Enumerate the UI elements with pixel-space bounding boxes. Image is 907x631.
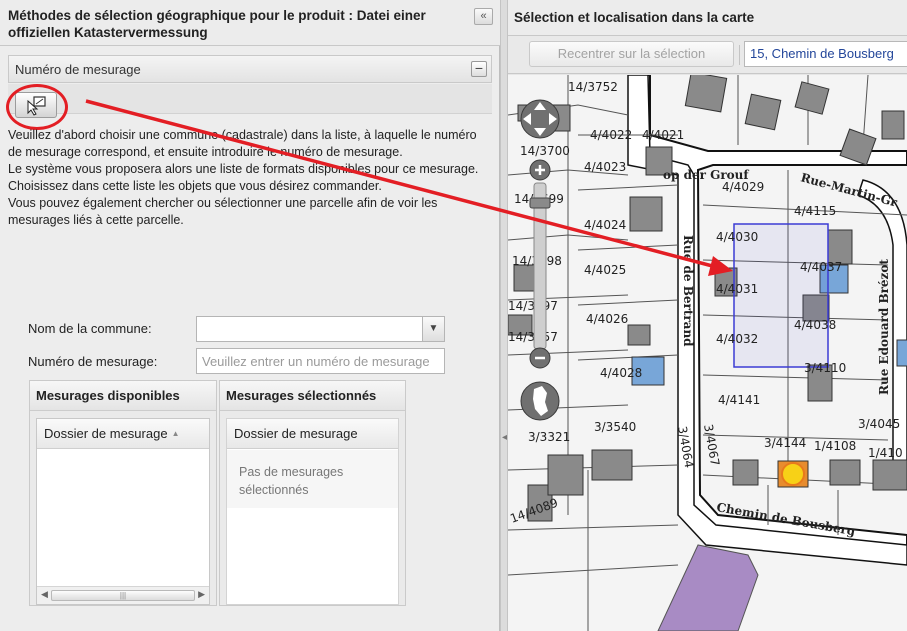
map-canvas[interactable]: op der Grouf Rue-Martin-Gr Rue Edouard B… <box>508 75 907 631</box>
minus-icon[interactable]: − <box>471 61 487 77</box>
parcel-label: 14/3752 <box>568 80 618 94</box>
mesurage-label: Numéro de mesurage: <box>28 354 158 369</box>
parcel-label: 4/4029 <box>722 180 764 194</box>
available-grid: Mesurages disponibles Dossier de mesurag… <box>29 380 217 606</box>
help-paragraph-3: Vous pouvez également chercher ou sélect… <box>8 196 438 227</box>
available-column-label: Dossier de mesurage <box>44 426 168 441</box>
horizontal-scrollbar[interactable]: ◀ ||| ▶ <box>37 586 209 604</box>
parcel-label: 14/3700 <box>520 144 570 158</box>
section-header[interactable]: Numéro de mesurage − <box>8 55 492 83</box>
parcel-label: 4/4030 <box>716 230 758 244</box>
parcel-label: 3/3321 <box>528 430 570 444</box>
parcel-label: 14/3757 <box>508 330 558 344</box>
toolbar-separator <box>739 45 740 65</box>
double-chevron-left-icon[interactable]: « <box>474 8 493 25</box>
parcel-label: 1/410 <box>868 446 903 460</box>
parcel-label: 3/4144 <box>764 436 806 450</box>
parcel-label: 4/4031 <box>716 282 758 296</box>
map-toolbar: Recentrer sur la sélection 15, Chemin de… <box>508 36 907 74</box>
commune-label: Nom de la commune: <box>28 321 152 336</box>
splitter-handle-icon[interactable]: ◂ <box>502 432 507 443</box>
street-label-rue-edouard: Rue Edouard Brézot <box>877 259 891 395</box>
right-panel-header: Sélection et localisation dans la carte <box>508 0 907 36</box>
available-column-header[interactable]: Dossier de mesurage ▲ <box>37 419 209 449</box>
parcel-label: 4/4141 <box>718 393 760 407</box>
help-paragraph-1: Veuillez d'abord choisir une commune (ca… <box>8 128 477 159</box>
section-title: Numéro de mesurage <box>15 62 141 77</box>
selected-grid-title: Mesurages sélectionnés <box>220 381 405 411</box>
scroll-left-icon[interactable]: ◀ <box>41 589 48 600</box>
available-grid-body[interactable]: Dossier de mesurage ▲ ◀ ||| ▶ <box>36 418 210 605</box>
zoom-out-icon[interactable] <box>529 347 551 369</box>
parcel-label: 3/4045 <box>858 417 900 431</box>
recenter-button[interactable]: Recentrer sur la sélection <box>529 41 734 67</box>
left-panel: Méthodes de sélection géographique pour … <box>0 0 500 631</box>
right-panel: Sélection et localisation dans la carte … <box>508 0 907 631</box>
selected-grid: Mesurages sélectionnés Dossier de mesura… <box>219 380 406 606</box>
commune-select[interactable]: ▼ <box>196 316 445 342</box>
cadastral-map[interactable]: op der Grouf Rue-Martin-Gr Rue Edouard B… <box>508 75 907 631</box>
parcel-label: 4/4023 <box>584 160 626 174</box>
selected-grid-body[interactable]: Dossier de mesurage Pas de mesurages sél… <box>226 418 399 605</box>
parcel-label: 4/4021 <box>642 128 684 142</box>
parcel-label: 4/4028 <box>600 366 642 380</box>
parcel-label: 4/4026 <box>586 312 628 326</box>
scrollbar-thumb[interactable]: ||| <box>51 590 195 601</box>
parcel-label: 4/4115 <box>794 204 836 218</box>
parcel-label: 4/4025 <box>584 263 626 277</box>
selected-column-header[interactable]: Dossier de mesurage <box>227 419 398 449</box>
parcel-label: 4/4037 <box>800 260 842 274</box>
parcel-label: 3/3540 <box>594 420 636 434</box>
parcel-label: 14/3697 <box>508 299 558 313</box>
empty-message: Pas de mesurages sélectionnés <box>239 465 344 497</box>
help-paragraph-2: Le système vous proposera alors une list… <box>8 162 479 193</box>
parcel-label: 4/4024 <box>584 218 626 232</box>
country-map-icon[interactable] <box>520 381 560 421</box>
street-label-rue-bertrand: Rue de Bertrand <box>681 235 695 347</box>
right-panel-title: Sélection et localisation dans la carte <box>514 10 755 25</box>
left-panel-header: Méthodes de sélection géographique pour … <box>0 0 500 46</box>
help-text: Veuillez d'abord choisir une commune (ca… <box>8 127 493 229</box>
annotation-circle <box>6 84 68 130</box>
zoom-slider-thumb[interactable] <box>529 197 551 209</box>
tool-strip <box>8 84 492 114</box>
zoom-in-icon[interactable] <box>529 159 551 181</box>
left-panel-title: Méthodes de sélection géographique pour … <box>8 8 426 40</box>
parcel-label: 3/4110 <box>804 361 846 375</box>
parcel-label: 4/4038 <box>794 318 836 332</box>
scroll-right-icon[interactable]: ▶ <box>198 589 205 600</box>
chevron-down-icon[interactable]: ▼ <box>422 317 444 341</box>
address-field[interactable]: 15, Chemin de Bousberg <box>744 41 907 67</box>
available-grid-title: Mesurages disponibles <box>30 381 216 411</box>
parcel-label: 4/4022 <box>590 128 632 142</box>
mesurage-input[interactable] <box>196 348 445 374</box>
sort-ascending-icon: ▲ <box>171 429 180 438</box>
pan-control-icon[interactable] <box>520 99 560 139</box>
panel-splitter[interactable]: ◂ <box>500 0 508 631</box>
parcel-label: 1/4108 <box>814 439 856 453</box>
parcel-label: 4/4032 <box>716 332 758 346</box>
selected-column-label: Dossier de mesurage <box>234 426 358 441</box>
